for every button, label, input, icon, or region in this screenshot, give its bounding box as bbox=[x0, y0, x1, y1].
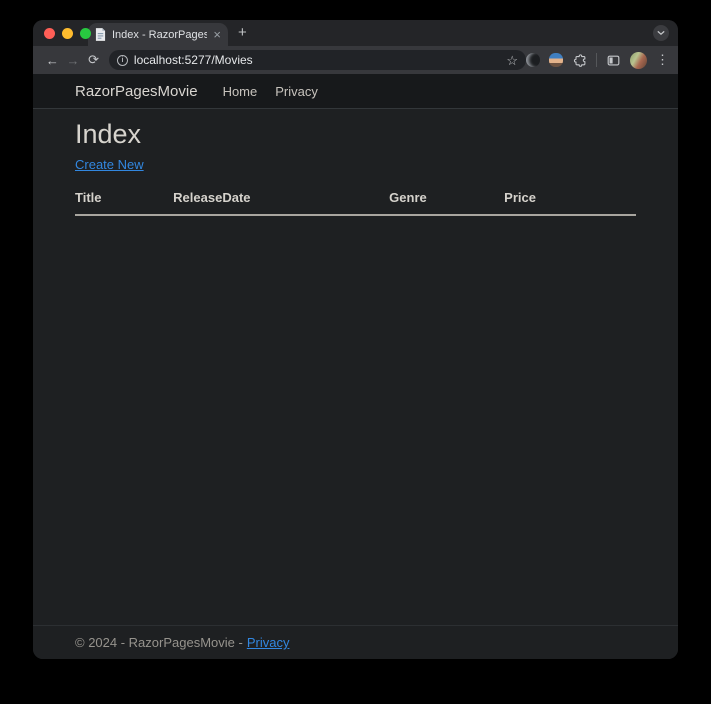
nav-link-home[interactable]: Home bbox=[214, 84, 267, 99]
browser-window: Index - RazorPagesMovie × + ← → ⟳ i loca… bbox=[33, 20, 678, 659]
movies-table: Title ReleaseDate Genre Price bbox=[75, 186, 636, 216]
footer-privacy-link[interactable]: Privacy bbox=[247, 635, 290, 650]
site-navbar: RazorPagesMovie Home Privacy bbox=[33, 74, 678, 109]
chevron-down-icon bbox=[657, 30, 665, 36]
bookmark-star-icon[interactable]: ☆ bbox=[506, 54, 518, 67]
web-page: RazorPagesMovie Home Privacy Index Creat… bbox=[33, 74, 678, 659]
toolbar-divider bbox=[596, 53, 597, 67]
toolbar-right: ⋮ bbox=[526, 52, 669, 69]
tab-favicon bbox=[95, 28, 106, 41]
dark-reader-extension-icon[interactable] bbox=[526, 53, 540, 67]
traffic-lights bbox=[44, 28, 91, 39]
new-tab-button[interactable]: + bbox=[238, 24, 247, 43]
site-footer: © 2024 - RazorPagesMovie - Privacy bbox=[33, 625, 678, 659]
tab-close-icon[interactable]: × bbox=[213, 28, 221, 41]
create-new-link[interactable]: Create New bbox=[75, 157, 144, 172]
close-window-button[interactable] bbox=[44, 28, 55, 39]
column-header-price: Price bbox=[504, 186, 636, 215]
tab-title: Index - RazorPagesMovie bbox=[112, 29, 207, 41]
extension-avatar-icon[interactable] bbox=[549, 53, 563, 67]
column-header-genre: Genre bbox=[389, 186, 504, 215]
tab-strip: Index - RazorPagesMovie × + bbox=[33, 20, 678, 46]
browser-tab[interactable]: Index - RazorPagesMovie × bbox=[88, 23, 228, 46]
column-header-title: Title bbox=[75, 186, 173, 215]
browser-menu-icon[interactable]: ⋮ bbox=[656, 52, 669, 68]
reload-icon[interactable]: ⟳ bbox=[83, 52, 104, 68]
side-panel-icon[interactable] bbox=[606, 53, 621, 68]
copyright-text: © 2024 - RazorPagesMovie - bbox=[75, 635, 243, 650]
site-info-icon[interactable]: i bbox=[117, 55, 128, 66]
minimize-window-button[interactable] bbox=[62, 28, 73, 39]
browser-toolbar: ← → ⟳ i localhost:5277/Movies ☆ bbox=[33, 46, 678, 74]
tab-search-button[interactable] bbox=[653, 25, 669, 41]
zoom-window-button[interactable] bbox=[80, 28, 91, 39]
main-content: Index Create New Title ReleaseDate Genre… bbox=[33, 109, 678, 216]
url-text: localhost:5277/Movies bbox=[134, 53, 500, 67]
page-title: Index bbox=[75, 118, 636, 150]
address-bar[interactable]: i localhost:5277/Movies ☆ bbox=[109, 50, 526, 70]
profile-avatar[interactable] bbox=[630, 52, 647, 69]
navbar-brand-link[interactable]: RazorPagesMovie bbox=[75, 83, 198, 100]
column-header-releasedate: ReleaseDate bbox=[173, 186, 389, 215]
navbar-links: Home Privacy bbox=[214, 84, 327, 99]
forward-icon[interactable]: → bbox=[63, 53, 84, 68]
desktop-background: Index - RazorPagesMovie × + ← → ⟳ i loca… bbox=[0, 0, 711, 704]
extensions-puzzle-icon[interactable] bbox=[572, 53, 587, 68]
back-icon[interactable]: ← bbox=[42, 53, 63, 68]
nav-link-privacy[interactable]: Privacy bbox=[266, 84, 327, 99]
table-header-row: Title ReleaseDate Genre Price bbox=[75, 186, 636, 215]
